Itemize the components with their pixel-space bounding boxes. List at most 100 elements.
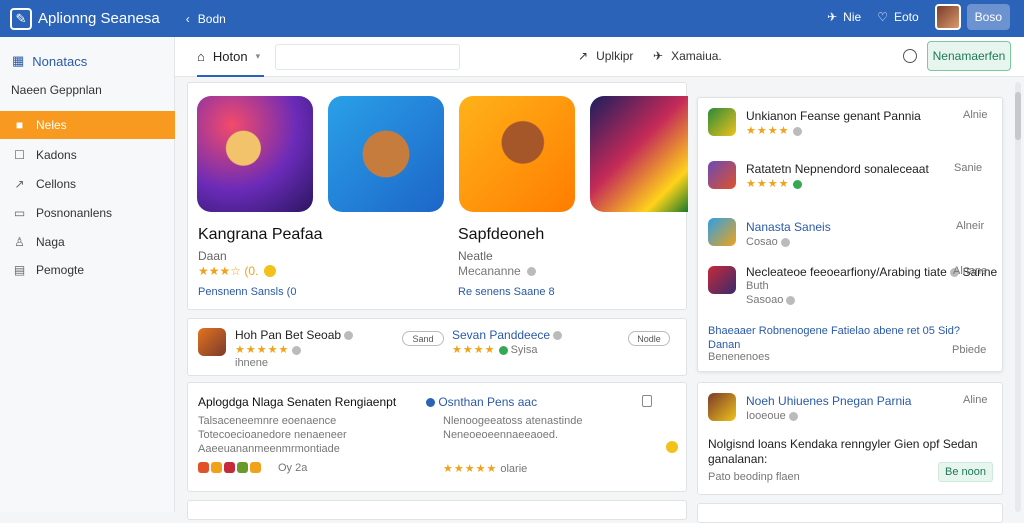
featured-games: Kangrana Peafaa Daan ★★★☆ (0. Pensnenn S… — [187, 82, 688, 310]
sidebar-heading-label: Nonatacs — [32, 53, 88, 69]
info-icon — [292, 345, 302, 355]
detail-title[interactable]: Noeh Uhiuenes Pnegan Parnia — [746, 394, 911, 408]
detail-sub-text: Iooeoue — [746, 410, 786, 422]
list-item-rating: ★★★★★ — [235, 343, 302, 356]
list-item-line: Aaeeuananmeenmrmontiade — [198, 443, 340, 455]
emoji-icon — [264, 265, 277, 277]
list-item-title: Sevan Panddeece — [452, 328, 563, 342]
sidebar-heading: ▦ Nonatacs — [0, 37, 174, 69]
game-icon-shooter[interactable] — [459, 96, 575, 212]
scrollbar-thumb[interactable] — [1015, 92, 1021, 140]
activity-title[interactable]: Nanasta Saneis — [746, 220, 831, 234]
info-icon — [526, 266, 536, 276]
game-thumb — [198, 328, 226, 356]
list-item-title-text: Sevan Panddeece — [452, 328, 551, 342]
verified-icon — [426, 398, 435, 408]
list-item-line: Talsaceneemnre eoenaence — [198, 415, 337, 427]
activity-meta: Sanie — [954, 162, 983, 174]
tab-uplkipr[interactable]: ↗ Uplkipr — [578, 49, 633, 63]
tag-icon — [224, 462, 235, 473]
activity-title-text: Necleateoe feeoearfiony/Arabing tiate — [746, 265, 947, 279]
bookmark-icon[interactable] — [642, 395, 652, 407]
list-item[interactable] — [697, 503, 1003, 523]
chat-icon[interactable] — [903, 49, 917, 63]
footer-link-2[interactable]: Danan — [708, 339, 740, 351]
status-badge: Nodle — [628, 331, 670, 346]
rating-stars: ★★★☆ (0. — [198, 264, 259, 278]
heart-icon: ♡ — [877, 10, 888, 24]
notifications-button[interactable]: ✈ Nie — [827, 10, 861, 24]
store-icon: ▦ — [12, 53, 25, 68]
tab-uplkipr-label: Uplkipr — [596, 49, 634, 63]
info-icon — [344, 331, 354, 341]
list-item-line: Totecoecioanedore nenaeneer — [198, 429, 347, 441]
game-icon-wizard[interactable] — [197, 96, 313, 212]
messages-button[interactable]: ♡ Eoto — [877, 10, 918, 24]
avatar — [934, 4, 961, 30]
list-item[interactable] — [187, 500, 687, 520]
sidebar-item-neles[interactable]: ■ Neles — [0, 111, 175, 139]
user-menu[interactable]: Boso — [934, 4, 1010, 30]
detail-panel: Noeh Uhiuenes Pnegan Parnia Iooeoue Alin… — [697, 382, 1003, 495]
info-icon — [792, 126, 802, 136]
list-item-line: Nlenoogeeatoss atenastinde — [443, 415, 583, 427]
featured-title[interactable]: Sapfdeoneh — [458, 226, 544, 244]
list-item[interactable]: Aplogdga Nlaga Senaten Rengiaenpt Talsac… — [187, 382, 687, 492]
app-logo-icon[interactable]: ✎ — [10, 7, 32, 30]
tab-home[interactable]: ⌂ Hoton ▾ — [197, 37, 265, 77]
detail-text: Nolgisnd loans Kendaka renngyler Gien op… — [708, 437, 978, 451]
activity-meta: Alneir — [956, 220, 985, 232]
footer-link[interactable]: Bhaeaaer Robnenogene Fatielao abene ret … — [708, 325, 960, 337]
new-button[interactable]: Nenamaerfen — [927, 41, 1011, 71]
sidebar-item-label: Posnonanlens — [36, 206, 113, 220]
featured-title[interactable]: Kangrana Peafaa — [198, 226, 323, 244]
sidebar-subheading: Naeen Geppnlan — [11, 83, 102, 97]
sidebar-item-label: Kadons — [36, 148, 77, 162]
featured-link[interactable]: Pensnenn Sansls (0 — [198, 286, 296, 298]
sidebar-item-pemogte[interactable]: ▤ Pemogte — [0, 256, 175, 284]
game-icon-arena[interactable] — [590, 96, 688, 212]
list-item-sub: ihnene — [235, 357, 269, 369]
tag-icon — [211, 462, 222, 473]
verified-icon — [792, 179, 802, 189]
activity-sub-text: Sasoao — [746, 294, 784, 306]
list-item-title: Hoh Pan Bet Seoab — [235, 328, 354, 342]
featured-sub: Neatle — [458, 249, 493, 263]
doc-icon: ▭ — [13, 206, 26, 220]
chevron-down-icon: ▾ — [255, 50, 261, 61]
tab-xamaiua[interactable]: ✈ Xamaiua. — [653, 49, 722, 63]
featured-sub: Daan — [198, 249, 227, 263]
list-item-title-text: Aplogdga Nlaga Senaten Rengiaenpt — [198, 395, 397, 409]
sidebar-item-naga[interactable]: ♙ Naga — [0, 228, 175, 256]
rating-stars: ★★★★★ — [235, 344, 290, 356]
scrollbar-track[interactable] — [1015, 82, 1021, 512]
activity-title[interactable]: Unkianon Feanse genant Pannia — [746, 109, 921, 123]
sidebar-item-kadons[interactable]: ☐ Kadons — [0, 141, 175, 169]
info-icon — [553, 331, 563, 341]
list-icon: ☐ — [14, 148, 25, 162]
list-item[interactable]: Hoh Pan Bet Seoab ★★★★★ ihnene Sand Seva… — [187, 318, 687, 376]
rating-stars: ★★★★ — [452, 344, 496, 356]
sidebar-item-posnonanlens[interactable]: ▭ Posnonanlens — [0, 199, 175, 227]
featured-link[interactable]: Re senens Saane 8 — [458, 286, 555, 298]
game-thumb — [708, 393, 736, 421]
tag-icon — [198, 462, 209, 473]
activity-meta: Alnie — [963, 109, 988, 121]
view-button[interactable]: Be noon — [938, 462, 993, 482]
game-thumb — [708, 161, 736, 189]
sidebar-item-cellons[interactable]: ↗ Cellons — [0, 170, 175, 198]
game-icon-fox[interactable] — [328, 96, 444, 212]
grid-icon: ▤ — [13, 263, 26, 277]
chart-icon: ↗ — [14, 177, 25, 191]
back-link[interactable]: ‹ Bodn — [186, 12, 226, 26]
top-right-actions: ✈ Nie ♡ Eoto Boso — [827, 4, 1010, 30]
search-input[interactable] — [275, 44, 460, 70]
tab-home-label: Hoton — [212, 48, 248, 64]
notifications-label: Nie — [843, 10, 862, 24]
info-icon — [786, 295, 796, 305]
sidebar-item-label: Cellons — [36, 177, 77, 191]
activity-title[interactable]: Ratatetn Nepnendord sonaleceaat — [746, 162, 929, 176]
app-title: Aplionng Seanesa — [38, 10, 160, 27]
detail-meta: Aline — [963, 394, 988, 406]
detail-foot: Pato beodinp flaen — [708, 471, 800, 483]
